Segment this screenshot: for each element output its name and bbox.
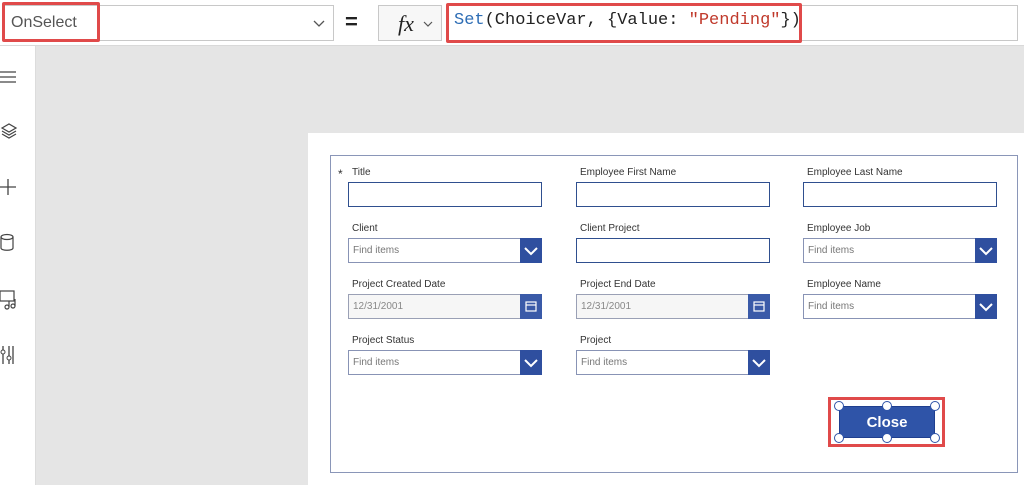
project-status-dropdown-button[interactable] xyxy=(520,350,542,375)
resize-handle[interactable] xyxy=(930,433,940,443)
project-status-placeholder: Find items xyxy=(353,357,400,368)
database-icon[interactable] xyxy=(0,232,22,254)
client-dropdown[interactable]: Find items xyxy=(348,238,542,263)
chevron-down-icon xyxy=(979,303,993,312)
resize-handle[interactable] xyxy=(882,433,892,443)
fx-icon: fx xyxy=(398,11,414,36)
required-mark: * xyxy=(338,167,343,181)
project-end-date-label: Project End Date xyxy=(580,279,656,290)
fx-button[interactable]: fx xyxy=(378,5,442,41)
project-label: Project xyxy=(580,335,612,346)
chevron-down-icon xyxy=(979,247,993,256)
employee-name-dropdown[interactable]: Find items xyxy=(803,294,997,319)
layers-icon[interactable] xyxy=(0,120,22,142)
client-label: Client xyxy=(352,223,378,234)
client-dropdown-button[interactable] xyxy=(520,238,542,263)
media-icon[interactable] xyxy=(0,288,22,310)
chevron-down-icon xyxy=(524,247,538,256)
resize-handle[interactable] xyxy=(834,433,844,443)
chevron-down-icon xyxy=(313,20,325,27)
menu-icon[interactable] xyxy=(0,66,22,88)
project-created-date-picker[interactable]: 12/31/2001 xyxy=(348,294,542,319)
project-placeholder: Find items xyxy=(581,357,628,368)
client-project-label: Client Project xyxy=(580,223,640,234)
employee-name-placeholder: Find items xyxy=(808,301,855,312)
plus-icon[interactable] xyxy=(0,176,22,198)
employee-job-placeholder: Find items xyxy=(808,245,855,256)
calendar-icon xyxy=(753,301,765,312)
project-dropdown[interactable]: Find items xyxy=(576,350,770,375)
client-project-input[interactable] xyxy=(576,238,770,263)
calendar-button[interactable] xyxy=(520,294,542,319)
left-rail xyxy=(0,46,36,485)
employee-first-name-label: Employee First Name xyxy=(580,167,677,178)
project-created-date-label: Project Created Date xyxy=(352,279,446,290)
chevron-down-icon xyxy=(752,359,766,368)
employee-last-name-label: Employee Last Name xyxy=(807,167,903,178)
property-highlight xyxy=(2,2,100,42)
project-end-date-picker[interactable]: 12/31/2001 xyxy=(576,294,770,319)
project-created-date-value: 12/31/2001 xyxy=(353,301,404,312)
calendar-icon xyxy=(525,301,537,312)
employee-name-dropdown-button[interactable] xyxy=(975,294,997,319)
chevron-down-icon xyxy=(423,21,433,27)
equals-sign: = xyxy=(345,9,358,34)
formula-bar: OnSelect = fx Set(ChoiceVar, {Value: "Pe… xyxy=(0,0,1024,46)
project-status-label: Project Status xyxy=(352,335,415,346)
project-end-date-value: 12/31/2001 xyxy=(581,301,632,312)
tools-icon[interactable] xyxy=(0,344,22,366)
title-input[interactable] xyxy=(348,182,542,207)
formula-highlight xyxy=(446,3,802,43)
project-status-dropdown[interactable]: Find items xyxy=(348,350,542,375)
employee-name-label: Employee Name xyxy=(807,279,881,290)
client-placeholder: Find items xyxy=(353,245,400,256)
title-label: Title xyxy=(352,167,371,178)
employee-job-dropdown-button[interactable] xyxy=(975,238,997,263)
employee-job-dropdown[interactable]: Find items xyxy=(803,238,997,263)
resize-handle[interactable] xyxy=(834,401,844,411)
calendar-button[interactable] xyxy=(748,294,770,319)
employee-last-name-input[interactable] xyxy=(803,182,997,207)
chevron-down-icon xyxy=(524,359,538,368)
employee-job-label: Employee Job xyxy=(807,223,871,234)
employee-first-name-input[interactable] xyxy=(576,182,770,207)
resize-handle[interactable] xyxy=(882,401,892,411)
project-dropdown-button[interactable] xyxy=(748,350,770,375)
resize-handle[interactable] xyxy=(930,401,940,411)
